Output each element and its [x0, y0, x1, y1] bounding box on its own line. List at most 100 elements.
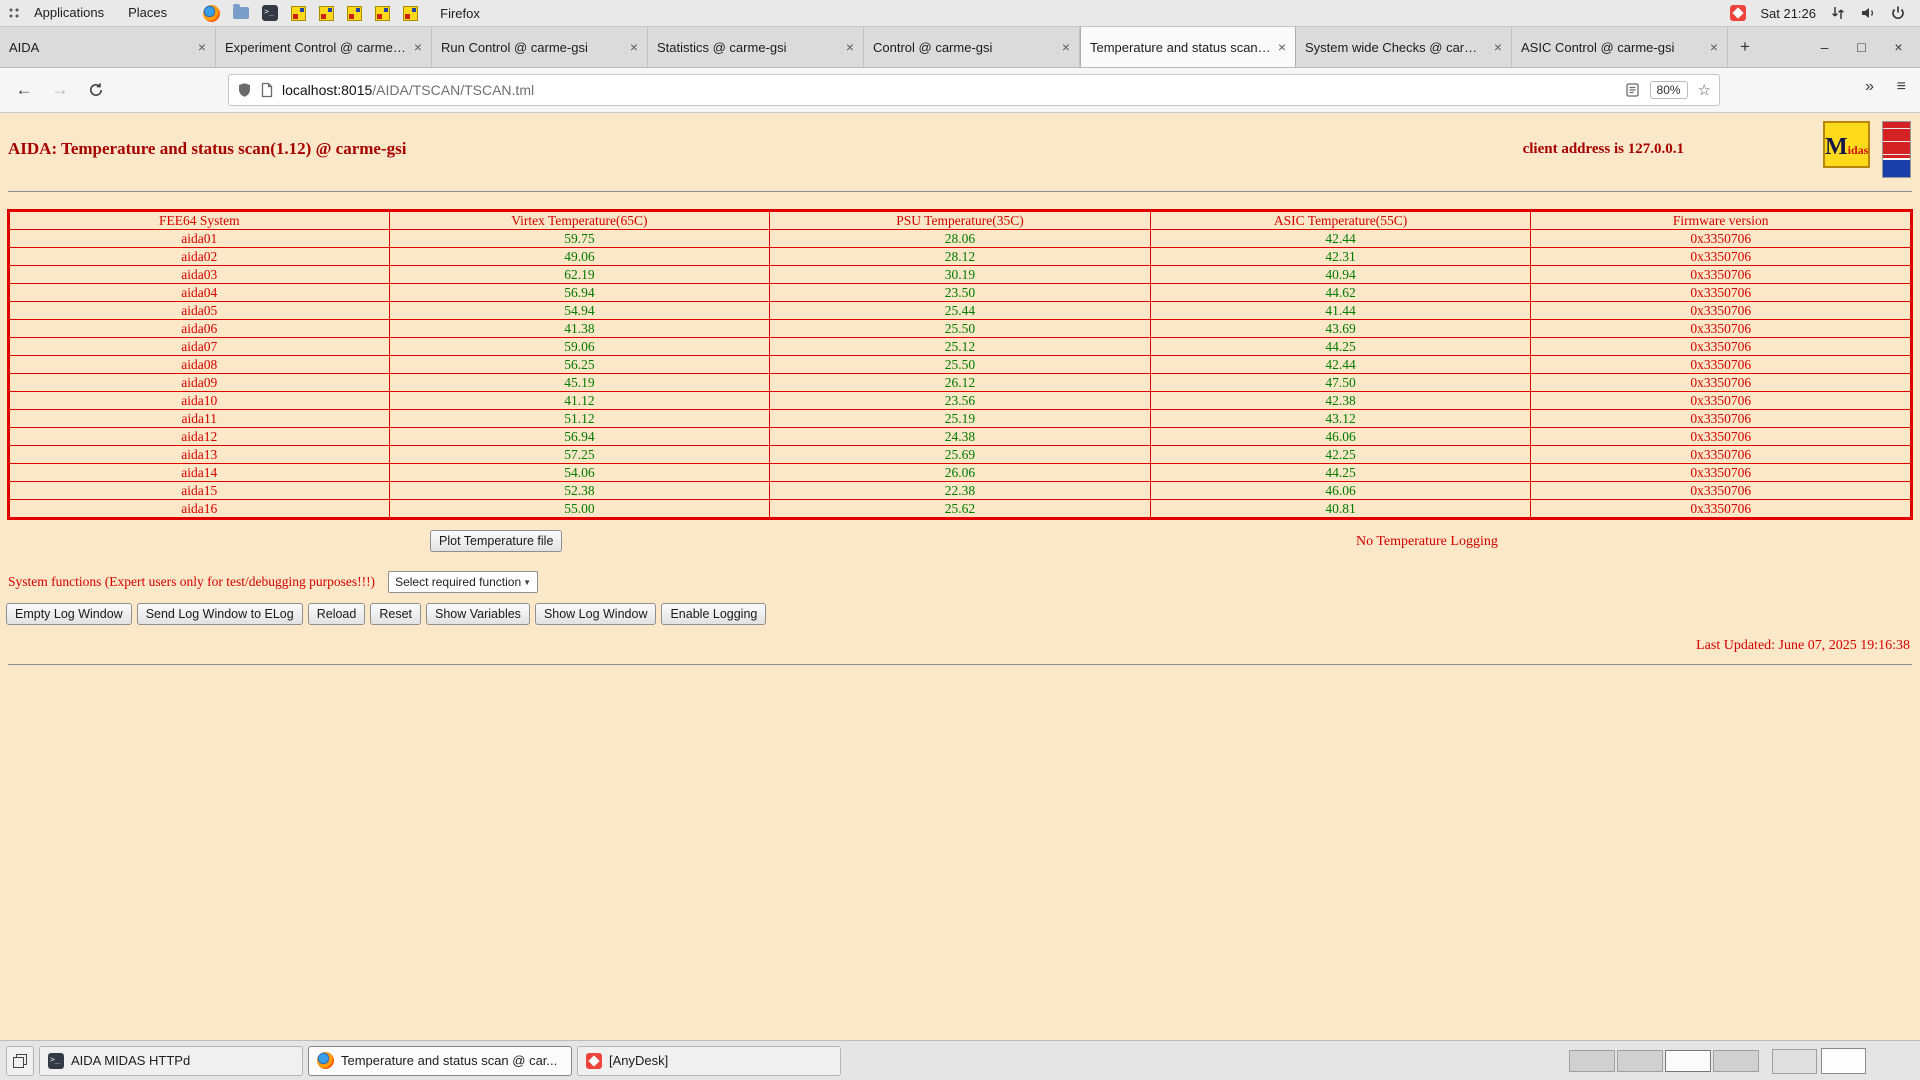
- table-row: aida02 49.06 28.12 42.31 0x3350706: [9, 248, 1912, 266]
- tab-temperature-scan[interactable]: Temperature and status scan @ carme-gsi …: [1080, 27, 1296, 67]
- chevron-down-icon: ▼: [523, 578, 531, 587]
- tracking-shield-icon[interactable]: [237, 82, 252, 98]
- firefox-icon: [317, 1052, 334, 1069]
- show-log-window-button[interactable]: Show Log Window: [535, 603, 657, 625]
- taskbar-window-anydesk[interactable]: [AnyDesk]: [577, 1046, 841, 1076]
- places-menu[interactable]: Places: [118, 0, 177, 26]
- tab-control[interactable]: Control @ carme-gsi ×: [864, 27, 1080, 67]
- table-row: aida07 59.06 25.12 44.25 0x3350706: [9, 338, 1912, 356]
- midas-window-icon[interactable]: [375, 6, 390, 21]
- reader-mode-icon[interactable]: [1625, 82, 1640, 98]
- table-row: aida06 41.38 25.50 43.69 0x3350706: [9, 320, 1912, 338]
- minimize-button[interactable]: –: [1817, 39, 1832, 55]
- files-icon[interactable]: [233, 7, 249, 19]
- table-row: aida04 56.94 23.50 44.62 0x3350706: [9, 284, 1912, 302]
- back-button[interactable]: ←: [10, 76, 38, 104]
- maximize-button[interactable]: □: [1854, 39, 1869, 55]
- function-select[interactable]: Select required function ▼: [388, 571, 538, 593]
- site-info-icon[interactable]: [260, 82, 274, 98]
- tab-system-checks[interactable]: System wide Checks @ carme-gsi ×: [1296, 27, 1512, 67]
- forward-button[interactable]: →: [46, 76, 74, 104]
- workspace-1[interactable]: [1569, 1050, 1615, 1072]
- anydesk-icon: [586, 1053, 602, 1069]
- browser-toolbar: ← → localhost:8015/AIDA/TSCAN/TSCAN.tml …: [0, 68, 1920, 113]
- tab-close-icon[interactable]: ×: [630, 39, 638, 55]
- taskbar-window-firefox[interactable]: Temperature and status scan @ car...: [308, 1046, 572, 1076]
- workspace-2[interactable]: [1617, 1050, 1663, 1072]
- send-log-to-elog-button[interactable]: Send Log Window to ELog: [137, 603, 303, 625]
- reload-button[interactable]: [82, 76, 110, 104]
- table-row: aida08 56.25 25.50 42.44 0x3350706: [9, 356, 1912, 374]
- client-address: client address is 127.0.0.1: [1523, 141, 1684, 158]
- tab-close-icon[interactable]: ×: [198, 39, 206, 55]
- applications-menu[interactable]: Applications: [24, 0, 114, 26]
- midas-window-icon[interactable]: [403, 6, 418, 21]
- topbar-left: Applications Places Firefox: [0, 0, 480, 26]
- workspace-3[interactable]: [1665, 1050, 1711, 1072]
- plot-temperature-button[interactable]: Plot Temperature file: [430, 530, 562, 552]
- show-desktop-button[interactable]: [6, 1046, 34, 1076]
- desktop: Applications Places Firefox Sat 21:26: [0, 0, 1920, 1080]
- table-row: aida03 62.19 30.19 40.94 0x3350706: [9, 266, 1912, 284]
- terminal-icon: [48, 1053, 64, 1069]
- empty-log-window-button[interactable]: Empty Log Window: [6, 603, 132, 625]
- table-row: aida14 54.06 26.06 44.25 0x3350706: [9, 464, 1912, 482]
- window-controls: – □ ×: [1817, 27, 1920, 67]
- zoom-indicator[interactable]: 80%: [1650, 81, 1688, 99]
- gnome-topbar: Applications Places Firefox Sat 21:26: [0, 0, 1920, 27]
- tab-close-icon[interactable]: ×: [1278, 39, 1286, 55]
- terminal-icon[interactable]: [262, 5, 278, 21]
- taskbar-tray-box[interactable]: [1772, 1049, 1817, 1074]
- midas-logo[interactable]: Midas: [1823, 121, 1870, 168]
- plot-row: Plot Temperature file No Temperature Log…: [0, 530, 1920, 556]
- midas-window-icon[interactable]: [319, 6, 334, 21]
- overflow-menu-icon[interactable]: »: [1865, 78, 1874, 96]
- temperature-table: FEE64 System Virtex Temperature(65C) PSU…: [7, 209, 1913, 520]
- tab-aida[interactable]: AIDA ×: [0, 27, 216, 67]
- table-row: aida05 54.94 25.44 41.44 0x3350706: [9, 302, 1912, 320]
- browser-tabbar: AIDA × Experiment Control @ carme-gsi × …: [0, 27, 1920, 68]
- reload-page-button[interactable]: Reload: [308, 603, 366, 625]
- volume-icon[interactable]: [1860, 5, 1876, 21]
- table-row: aida09 45.19 26.12 47.50 0x3350706: [9, 374, 1912, 392]
- tab-experiment-control[interactable]: Experiment Control @ carme-gsi ×: [216, 27, 432, 67]
- firefox-icon[interactable]: [203, 5, 220, 22]
- tab-close-icon[interactable]: ×: [414, 39, 422, 55]
- clock[interactable]: Sat 21:26: [1760, 6, 1816, 21]
- url-bar[interactable]: localhost:8015/AIDA/TSCAN/TSCAN.tml 80% …: [228, 74, 1720, 106]
- tab-close-icon[interactable]: ×: [1062, 39, 1070, 55]
- app-grid-icon[interactable]: [8, 7, 20, 19]
- enable-logging-button[interactable]: Enable Logging: [661, 603, 766, 625]
- new-tab-button[interactable]: +: [1728, 27, 1762, 67]
- hamburger-menu-icon[interactable]: ≡: [1897, 78, 1906, 96]
- reset-button[interactable]: Reset: [370, 603, 421, 625]
- table-header-row: FEE64 System Virtex Temperature(65C) PSU…: [9, 211, 1912, 230]
- topbar-launcher-icons: [203, 5, 418, 22]
- bookmark-star-icon[interactable]: ☆: [1698, 81, 1711, 99]
- logging-status: No Temperature Logging: [1356, 534, 1498, 550]
- tab-close-icon[interactable]: ×: [846, 39, 854, 55]
- tab-close-icon[interactable]: ×: [1494, 39, 1502, 55]
- workspace-4[interactable]: [1713, 1050, 1759, 1072]
- url-text: localhost:8015/AIDA/TSCAN/TSCAN.tml: [282, 82, 534, 98]
- midas-window-icon[interactable]: [347, 6, 362, 21]
- power-icon[interactable]: [1890, 5, 1906, 21]
- table-row: aida10 41.12 23.56 42.38 0x3350706: [9, 392, 1912, 410]
- network-arrows-icon[interactable]: [1830, 5, 1846, 21]
- restore-windows-icon: [13, 1054, 27, 1068]
- close-button[interactable]: ×: [1891, 39, 1906, 55]
- workspace-pager: [1569, 1050, 1759, 1072]
- active-window-label: Firefox: [440, 6, 480, 21]
- taskbar-window-httpd[interactable]: AIDA MIDAS HTTPd: [39, 1046, 303, 1076]
- taskbar-active-box[interactable]: [1821, 1048, 1866, 1074]
- show-variables-button[interactable]: Show Variables: [426, 603, 530, 625]
- table-body: aida01 59.75 28.06 42.44 0x3350706 aida0…: [9, 230, 1912, 519]
- tab-statistics[interactable]: Statistics @ carme-gsi ×: [648, 27, 864, 67]
- last-updated: Last Updated: June 07, 2025 19:16:38: [0, 638, 1920, 654]
- tab-asic-control[interactable]: ASIC Control @ carme-gsi ×: [1512, 27, 1728, 67]
- tab-close-icon[interactable]: ×: [1710, 39, 1718, 55]
- midas-window-icon[interactable]: [291, 6, 306, 21]
- anydesk-tray-icon[interactable]: [1730, 5, 1746, 21]
- tab-run-control[interactable]: Run Control @ carme-gsi ×: [432, 27, 648, 67]
- system-functions-label: System functions (Expert users only for …: [8, 574, 375, 590]
